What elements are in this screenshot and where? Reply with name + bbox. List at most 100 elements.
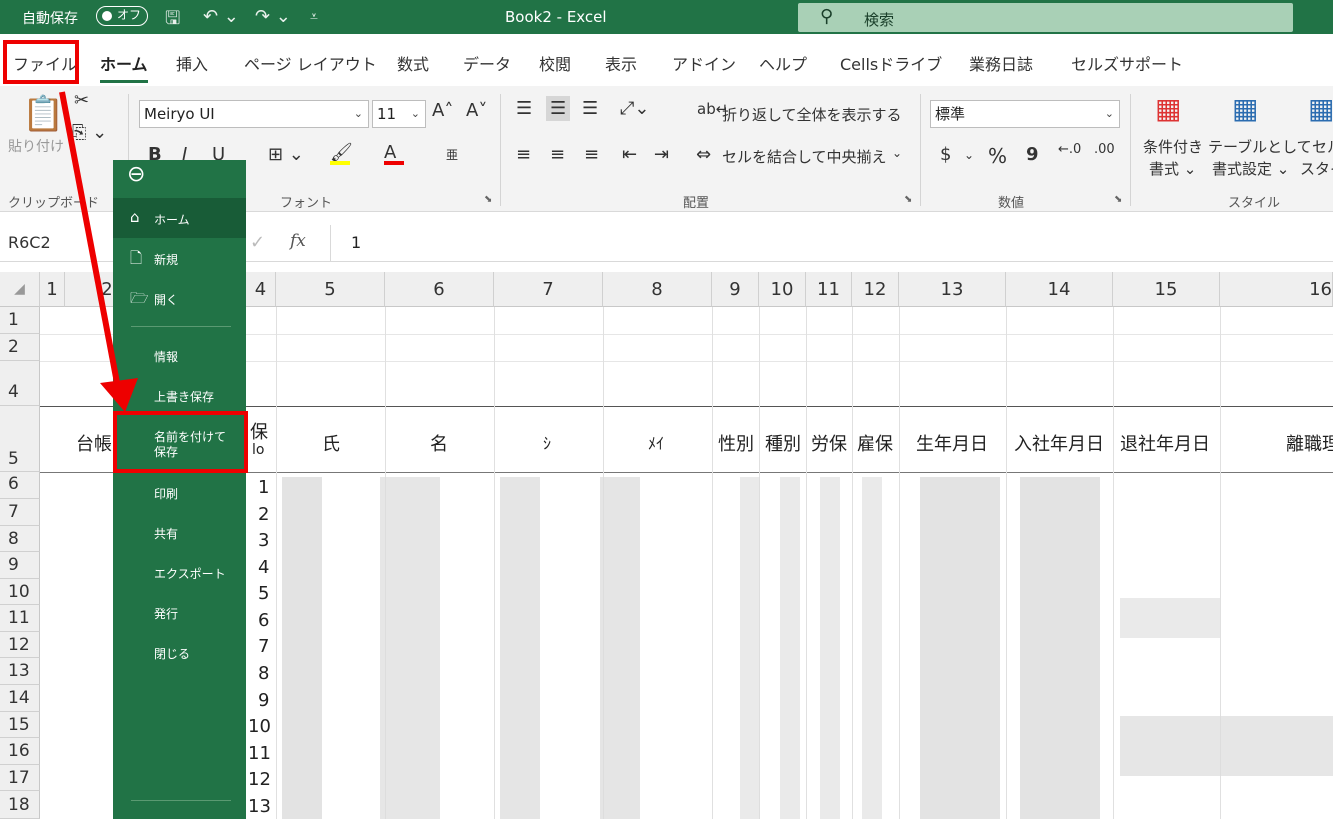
column-header[interactable]: 11 — [806, 272, 852, 307]
row-header[interactable]: 17 — [0, 765, 40, 791]
number-format-select[interactable]: 標準 ⌄ — [930, 100, 1120, 128]
row-header[interactable]: 9 — [0, 552, 40, 579]
column-header[interactable]: 10 — [759, 272, 806, 307]
orientation-icon[interactable]: ⤢⌄ — [620, 98, 649, 119]
row-header[interactable]: 1 — [0, 307, 40, 334]
currency-dropdown-icon[interactable]: ⌄ — [964, 148, 974, 162]
column-header[interactable]: 9 — [712, 272, 759, 307]
cell-no[interactable]: 8 — [258, 663, 269, 684]
merge-center-icon[interactable]: ⇔ — [696, 144, 711, 165]
cell-styles-line2[interactable]: スタイ — [1300, 158, 1333, 179]
select-all-corner[interactable]: ◢ — [0, 272, 40, 307]
back-arrow-icon[interactable]: ⊖ — [127, 162, 145, 187]
cell-no[interactable]: 12 — [248, 769, 271, 790]
backstage-publish[interactable]: 発行 — [113, 592, 246, 632]
font-name-select[interactable]: Meiryo UI ⌄ — [139, 100, 369, 128]
column-header[interactable]: 4 — [246, 272, 276, 307]
cell-no[interactable]: 7 — [258, 636, 269, 657]
row-header[interactable]: 12 — [0, 632, 40, 658]
align-left-icon[interactable]: ≡ — [516, 144, 531, 165]
cell-no[interactable]: 2 — [258, 504, 269, 525]
align-bottom-icon[interactable]: ☰ — [582, 98, 598, 119]
cell-no[interactable]: 9 — [258, 690, 269, 711]
column-header[interactable]: 7 — [494, 272, 603, 307]
wrap-text-button[interactable]: 折り返して全体を表示する — [722, 104, 902, 125]
currency-button[interactable]: $ — [940, 144, 951, 165]
font-size-select[interactable]: 11 ⌄ — [372, 100, 426, 128]
backstage-home[interactable]: ⌂ ホーム — [113, 198, 246, 238]
tab-data[interactable]: データ — [463, 51, 511, 75]
decrease-font-icon[interactable]: A˅ — [466, 100, 487, 121]
percent-button[interactable]: % — [988, 144, 1007, 168]
conditional-format-line2[interactable]: 書式 ⌄ — [1149, 158, 1196, 179]
align-middle-icon[interactable]: ☰ — [546, 96, 571, 121]
increase-font-icon[interactable]: A˄ — [432, 100, 453, 121]
backstage-print[interactable]: 印刷 — [113, 472, 246, 512]
column-header[interactable]: 5 — [276, 272, 385, 307]
column-header[interactable]: 12 — [852, 272, 899, 307]
font-launcher-icon[interactable]: ⬊ — [484, 194, 492, 205]
column-header[interactable]: 16 — [1220, 272, 1333, 307]
furigana-icon[interactable]: 亜 — [446, 146, 458, 163]
cell-styles-line1[interactable]: セル — [1312, 136, 1333, 157]
backstage-close[interactable]: 閉じる — [113, 632, 246, 672]
column-header[interactable]: 6 — [385, 272, 494, 307]
undo-icon[interactable]: ↶ ⌄ — [203, 6, 239, 27]
comma-button[interactable]: 9 — [1026, 144, 1039, 165]
confirm-icon[interactable]: ✓ — [250, 232, 265, 253]
row-header[interactable]: 14 — [0, 685, 40, 712]
paste-icon[interactable]: 📋 — [22, 94, 64, 134]
alignment-launcher-icon[interactable]: ⬊ — [904, 194, 912, 205]
backstage-export[interactable]: エクスポート — [113, 552, 246, 592]
align-center-icon[interactable]: ≡ — [550, 144, 565, 165]
row-header[interactable]: 18 — [0, 791, 40, 819]
format-as-table-line1[interactable]: テーブルとして — [1208, 136, 1312, 157]
tab-work-log[interactable]: 業務日誌 — [969, 51, 1033, 75]
row-header[interactable]: 11 — [0, 605, 40, 632]
row-header[interactable]: 16 — [0, 738, 40, 765]
cell-no[interactable]: 5 — [258, 583, 269, 604]
cell-styles-icon[interactable]: ▦ — [1308, 92, 1333, 125]
backstage-open[interactable]: 🗁 開く — [113, 278, 246, 318]
cell-no[interactable]: 3 — [258, 530, 269, 551]
row-header[interactable]: 7 — [0, 499, 40, 526]
cell-no[interactable]: 10 — [248, 716, 271, 737]
row-header[interactable]: 2 — [0, 334, 40, 361]
tab-help[interactable]: ヘルプ — [759, 51, 807, 75]
conditional-format-icon[interactable]: ▦ — [1155, 92, 1181, 125]
redo-icon[interactable]: ↷ ⌄ — [255, 6, 291, 27]
column-header[interactable]: 8 — [603, 272, 712, 307]
tab-cells-drive[interactable]: Cellsドライブ — [840, 51, 942, 75]
cut-icon[interactable]: ✂ — [74, 90, 89, 111]
cell-no[interactable]: 6 — [258, 610, 269, 631]
merge-dropdown-icon[interactable]: ⌄ — [892, 146, 902, 160]
merge-center-button[interactable]: セルを結合して中央揃え — [722, 146, 887, 167]
tab-review[interactable]: 校閲 — [539, 51, 571, 75]
row-header[interactable]: 15 — [0, 712, 40, 738]
backstage-save[interactable]: 上書き保存 — [113, 375, 246, 415]
tab-cells-support[interactable]: セルズサポート — [1071, 51, 1183, 75]
tab-home[interactable]: ホーム — [100, 51, 148, 83]
cell-no[interactable]: 4 — [258, 557, 269, 578]
row-header[interactable]: 6 — [0, 472, 40, 499]
formula-input[interactable]: 1 — [330, 225, 1333, 261]
conditional-format-line1[interactable]: 条件付き — [1143, 136, 1203, 157]
row-header[interactable]: 10 — [0, 579, 40, 605]
row-header[interactable]: 8 — [0, 526, 40, 552]
row-header[interactable]: 4 — [0, 361, 40, 406]
tab-formulas[interactable]: 数式 — [397, 51, 429, 75]
tab-page-layout[interactable]: ページ レイアウト — [244, 51, 377, 75]
decrease-decimal-icon[interactable]: .00 — [1094, 142, 1115, 157]
autosave-toggle[interactable]: オフ — [96, 6, 148, 26]
backstage-share[interactable]: 共有 — [113, 512, 246, 552]
increase-indent-icon[interactable]: ⇥ — [654, 144, 669, 165]
fill-color-icon[interactable]: 🖌 — [330, 142, 353, 165]
font-color-icon[interactable]: A — [384, 142, 404, 165]
cell-no[interactable]: 1 — [258, 477, 269, 498]
tab-addins[interactable]: アドイン — [672, 51, 736, 75]
paste-label[interactable]: 貼り付け — [8, 136, 64, 156]
number-launcher-icon[interactable]: ⬊ — [1114, 194, 1122, 205]
column-header[interactable]: 13 — [899, 272, 1006, 307]
border-icon[interactable]: ⊞ ⌄ — [268, 144, 304, 165]
column-header[interactable]: 14 — [1006, 272, 1113, 307]
